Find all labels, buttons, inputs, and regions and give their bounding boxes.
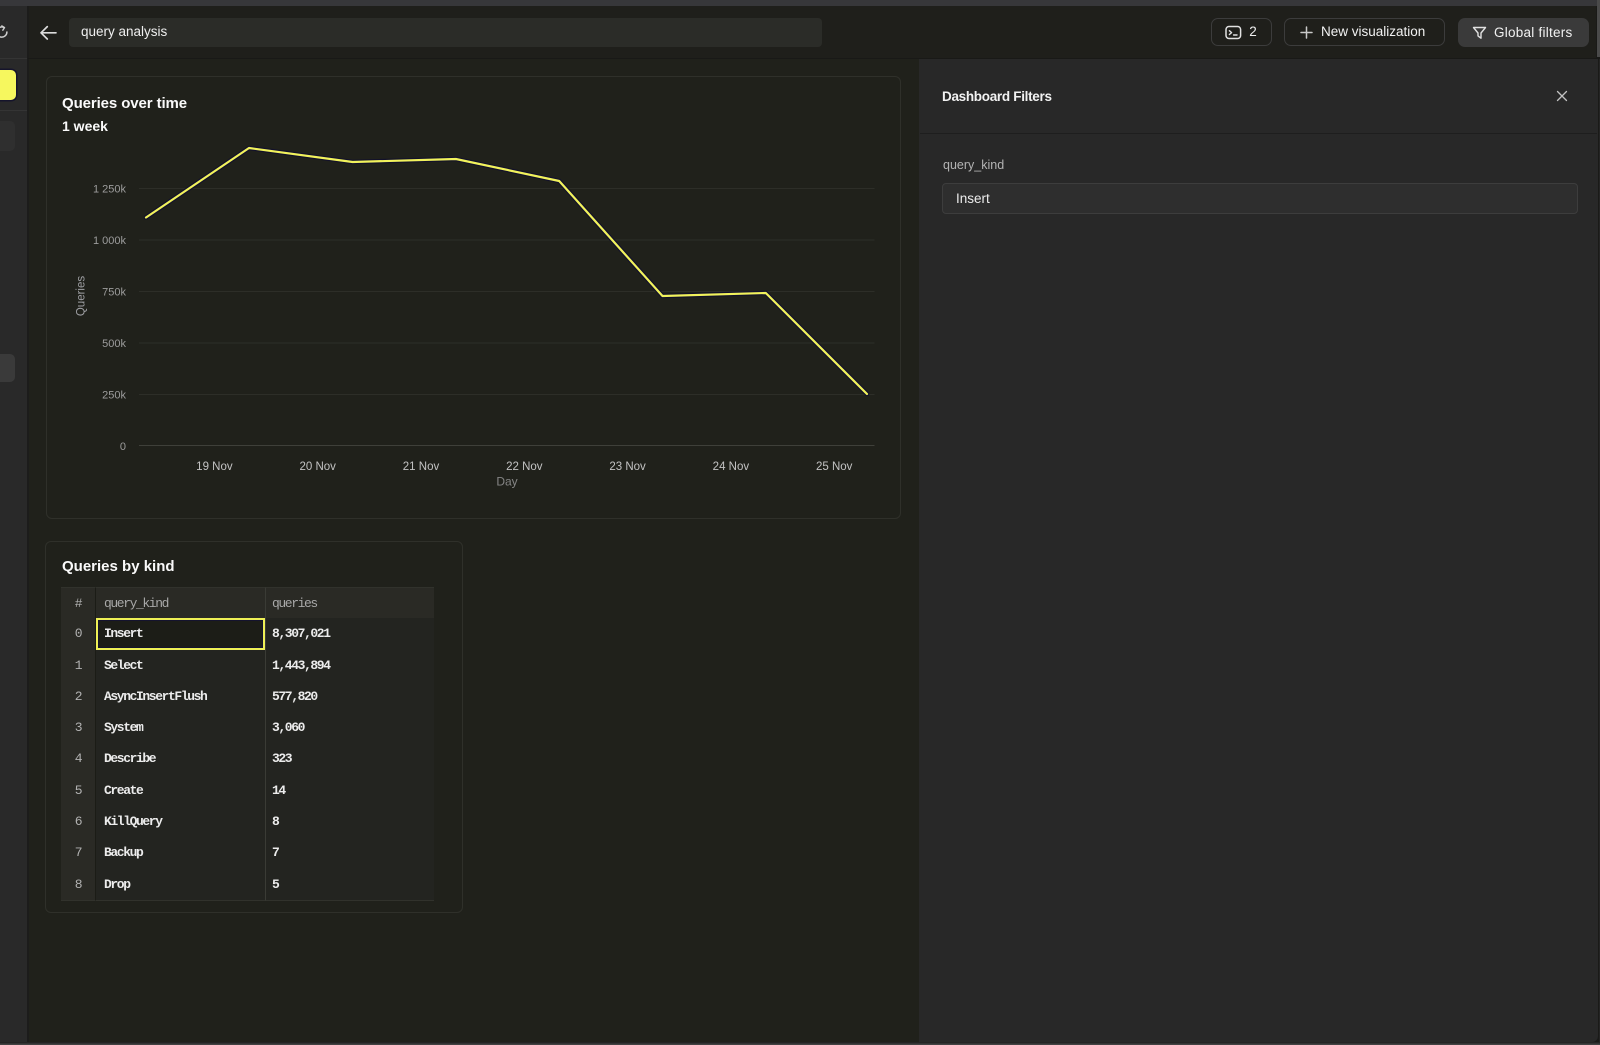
svg-text:20 Nov: 20 Nov	[299, 461, 336, 473]
svg-text:22 Nov: 22 Nov	[506, 461, 543, 473]
svg-text:0: 0	[120, 441, 126, 453]
svg-text:19 Nov: 19 Nov	[196, 461, 233, 473]
svg-text:Day: Day	[496, 475, 517, 489]
svg-text:750k: 750k	[102, 287, 126, 299]
svg-text:Queries: Queries	[76, 276, 88, 317]
svg-text:21 Nov: 21 Nov	[403, 461, 440, 473]
svg-text:250k: 250k	[102, 390, 126, 402]
svg-text:24 Nov: 24 Nov	[713, 461, 750, 473]
svg-text:500k: 500k	[102, 338, 126, 350]
svg-text:1 000k: 1 000k	[93, 235, 127, 247]
svg-text:25 Nov: 25 Nov	[816, 461, 853, 473]
svg-text:23 Nov: 23 Nov	[609, 461, 646, 473]
svg-text:1 250k: 1 250k	[93, 184, 127, 196]
